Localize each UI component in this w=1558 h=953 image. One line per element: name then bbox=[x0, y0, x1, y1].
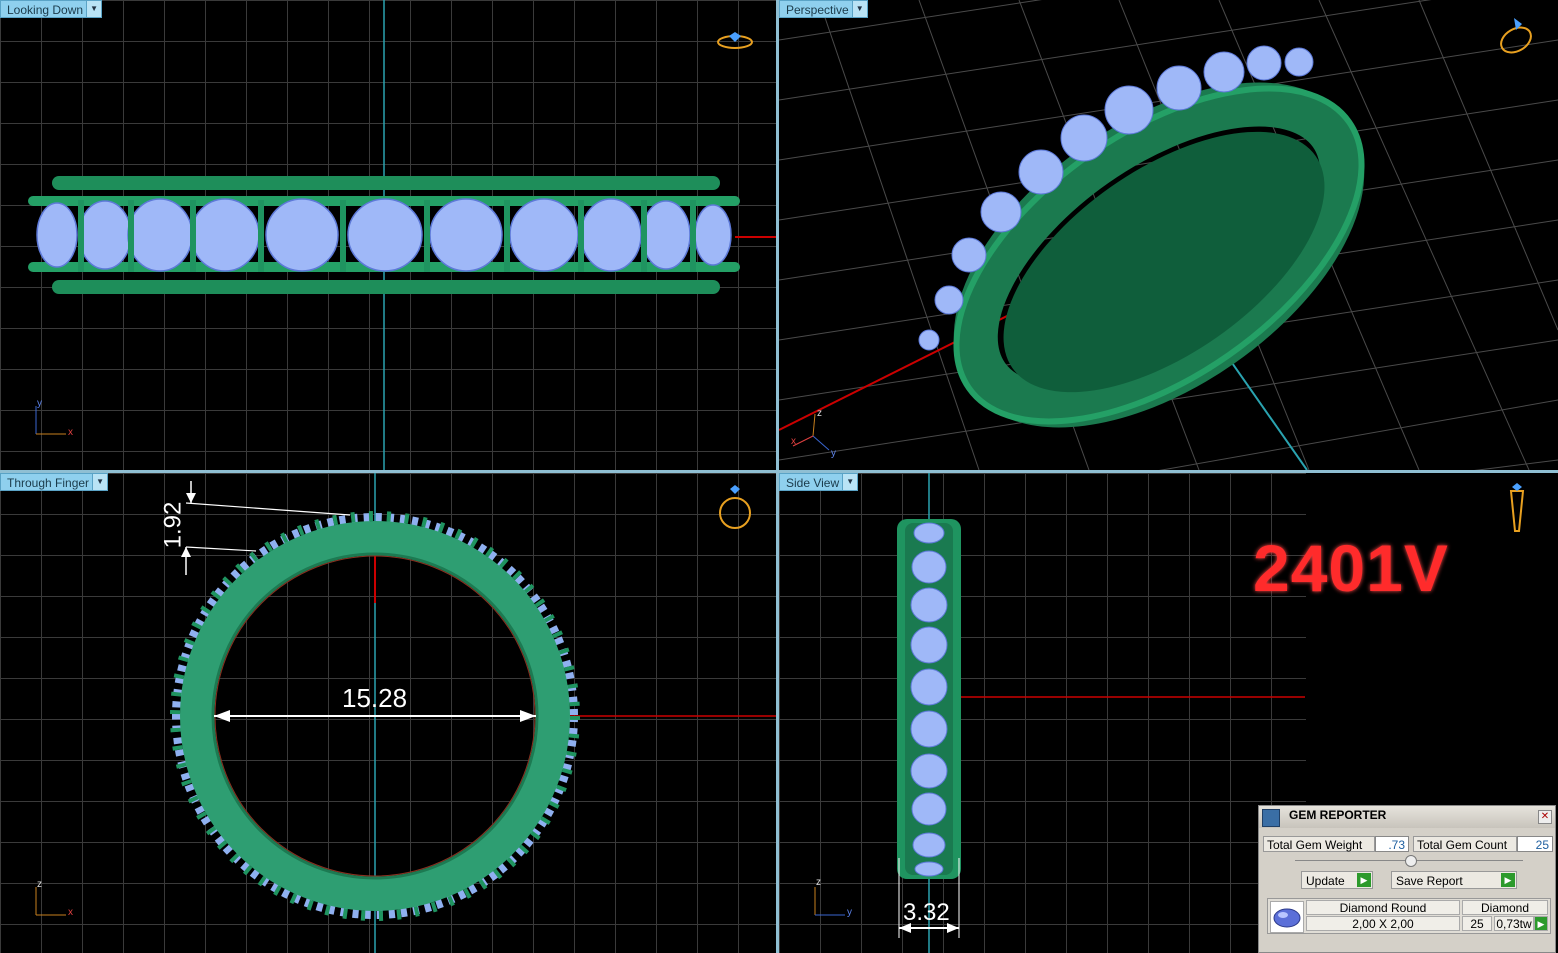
axis-label-x: x bbox=[791, 436, 796, 447]
viewport-perspective[interactable]: Perspective ▼ z x y bbox=[779, 0, 1558, 470]
gem-reporter-titlebar[interactable]: GEM REPORTER ✕ bbox=[1259, 806, 1555, 828]
gem-reporter-panel: GEM REPORTER ✕ Total Gem Weight .73 Tota… bbox=[1258, 805, 1556, 953]
ring-orientation-icon[interactable] bbox=[715, 483, 755, 533]
chevron-down-icon[interactable]: ▼ bbox=[851, 1, 867, 17]
gem-row[interactable]: Diamond Round 2,00 X 2,00 Diamond 25 0,7… bbox=[1267, 898, 1551, 934]
viewport-label: Side View bbox=[786, 476, 840, 490]
ring-top-view bbox=[28, 0, 776, 470]
gem-size: 2,00 X 2,00 bbox=[1306, 916, 1460, 931]
model-code: 2401V bbox=[1253, 531, 1449, 605]
axis-label-y: y bbox=[847, 907, 852, 918]
total-count-value: 25 bbox=[1517, 836, 1553, 852]
play-icon[interactable]: ▶ bbox=[1534, 916, 1548, 931]
axis-label-x: x bbox=[68, 907, 73, 918]
gem-reporter-icon bbox=[1262, 809, 1280, 827]
total-weight-value: .73 bbox=[1375, 836, 1409, 852]
viewport-divider-vertical[interactable] bbox=[776, 0, 779, 953]
axis-label-y: y bbox=[831, 448, 836, 459]
inner-diameter-dimension: 15.28 bbox=[342, 683, 408, 713]
update-button[interactable]: Update ▶ bbox=[1301, 871, 1373, 889]
play-icon: ▶ bbox=[1501, 873, 1515, 887]
gem-thumbnail bbox=[1270, 901, 1304, 933]
ring-orientation-icon[interactable] bbox=[1505, 481, 1529, 537]
gem-weight: 0,73tw bbox=[1494, 916, 1534, 931]
axis-label-x: x bbox=[68, 427, 73, 438]
update-button-label: Update bbox=[1306, 874, 1345, 888]
chevron-down-icon[interactable]: ▼ bbox=[842, 474, 858, 490]
viewport-tab-side-view[interactable]: Side View ▼ bbox=[779, 473, 859, 491]
chevron-down-icon[interactable]: ▼ bbox=[86, 1, 102, 17]
ring-perspective-view bbox=[779, 0, 1558, 470]
height-dimension: 1.92 bbox=[159, 501, 187, 549]
total-count-label: Total Gem Count bbox=[1413, 836, 1517, 852]
axis-label-y: y bbox=[37, 398, 42, 409]
viewport-label: Perspective bbox=[786, 3, 849, 17]
save-report-button-label: Save Report bbox=[1396, 874, 1463, 888]
save-report-button[interactable]: Save Report ▶ bbox=[1391, 871, 1517, 889]
viewport-through-finger[interactable]: 15.28 1.92 Through Finger ▼ z x bbox=[0, 473, 776, 953]
chevron-down-icon[interactable]: ▼ bbox=[92, 474, 108, 490]
gem-reporter-title: GEM REPORTER bbox=[1289, 808, 1387, 822]
viewport-tab-looking-down[interactable]: Looking Down ▼ bbox=[0, 0, 103, 18]
ring-orientation-icon[interactable] bbox=[716, 30, 754, 58]
axis-indicator bbox=[792, 413, 830, 451]
axis-label-z: z bbox=[37, 879, 42, 890]
viewport-tab-through-finger[interactable]: Through Finger ▼ bbox=[0, 473, 109, 491]
gem-name: Diamond Round bbox=[1306, 900, 1460, 915]
close-icon[interactable]: ✕ bbox=[1538, 810, 1552, 824]
gem-count: 25 bbox=[1462, 916, 1492, 931]
axis-label-z: z bbox=[817, 408, 822, 419]
collapse-knob[interactable] bbox=[1405, 855, 1417, 867]
viewport-label: Looking Down bbox=[7, 3, 84, 17]
ring-orientation-icon[interactable] bbox=[1496, 14, 1536, 56]
viewport-label: Through Finger bbox=[7, 476, 90, 490]
viewport-tab-perspective[interactable]: Perspective ▼ bbox=[779, 0, 868, 18]
axis-label-z: z bbox=[816, 877, 821, 888]
play-icon: ▶ bbox=[1357, 873, 1371, 887]
viewport-divider-horizontal[interactable] bbox=[0, 470, 1558, 473]
viewport-looking-down[interactable]: Looking Down ▼ y x bbox=[0, 0, 776, 470]
gem-material: Diamond bbox=[1462, 900, 1548, 915]
width-dimension: 3.32 bbox=[903, 899, 950, 926]
total-weight-label: Total Gem Weight bbox=[1263, 836, 1375, 852]
